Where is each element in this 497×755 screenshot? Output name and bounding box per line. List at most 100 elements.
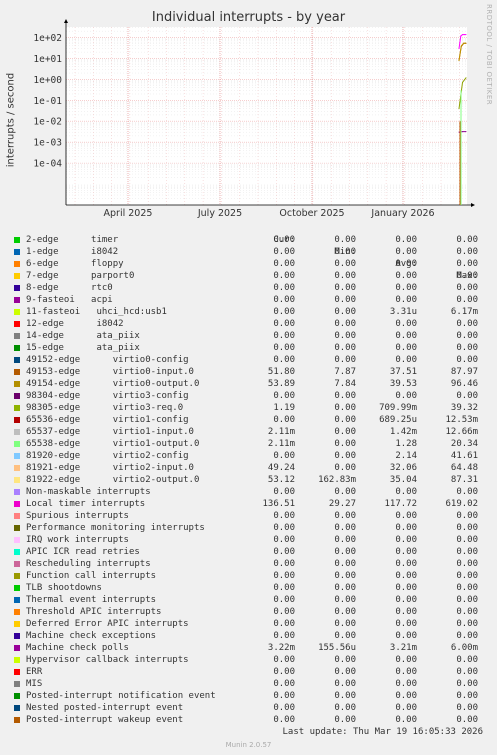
legend-avg: 0.00 — [395, 259, 417, 269]
y-tick-label: 1e+01 — [33, 54, 62, 65]
legend-avg: 0.00 — [395, 295, 417, 305]
legend-swatch — [14, 573, 20, 579]
legend-max: 39.32 — [450, 403, 478, 413]
legend-row: 81920-edge virtio2-config 0.00 0.00 2.14 41.… — [10, 450, 490, 462]
legend-max: 0.00 — [456, 679, 478, 689]
legend-min: 0.00 — [334, 355, 356, 365]
legend-min: 7.87 — [334, 367, 356, 377]
legend-min: 0.00 — [334, 607, 356, 617]
legend-cur: 53.12 — [267, 475, 295, 485]
legend-swatch — [14, 357, 20, 363]
legend-max: 0.00 — [456, 331, 478, 341]
plot-area — [66, 27, 467, 205]
data-point — [458, 48, 460, 50]
legend-avg: 0.00 — [395, 667, 417, 677]
legend-min: 155.56u — [318, 643, 356, 653]
legend-swatch — [14, 381, 20, 387]
legend-row: 65538-edge virtio1-output.0 2.11m 0.00 1.28… — [10, 438, 490, 450]
legend-row: 98304-edge virtio3-config 0.00 0.00 0.00 0.0… — [10, 390, 490, 402]
legend-row: Deferred Error APIC interrupts 0.00 0.00 0.… — [10, 618, 490, 630]
legend-avg: 0.00 — [395, 271, 417, 281]
legend-avg: 0.00 — [395, 679, 417, 689]
legend-cur: 0.00 — [273, 667, 295, 677]
data-point — [460, 35, 462, 37]
legend-name: 11-fasteoi uhci_hcd:usb1 — [26, 307, 167, 317]
legend-cur: 49.24 — [267, 463, 295, 473]
legend-swatch — [14, 309, 20, 315]
legend-name: 15-edge ata_piix — [26, 343, 140, 353]
legend-min: 0.00 — [334, 403, 356, 413]
legend-avg: 0.00 — [395, 547, 417, 557]
legend-avg: 37.51 — [389, 367, 417, 377]
legend-min: 0.00 — [334, 583, 356, 593]
legend-min: 0.00 — [334, 283, 356, 293]
legend-avg: 0.00 — [395, 607, 417, 617]
legend-row: Local timer interrupts 136.51 29.27 117.72 6… — [10, 498, 490, 510]
legend-row: ERR 0.00 0.00 0.00 0.00 — [10, 666, 490, 678]
legend-avg: 0.00 — [395, 595, 417, 605]
legend-swatch — [14, 549, 20, 555]
legend-swatch — [14, 477, 20, 483]
legend-swatch — [14, 561, 20, 567]
legend-max: 0.00 — [456, 319, 478, 329]
data-point — [463, 42, 465, 44]
legend-min: 0.00 — [334, 391, 356, 401]
legend-swatch — [14, 489, 20, 495]
y-tick-label: 1e+00 — [33, 75, 62, 86]
legend-max: 12.53m — [445, 415, 478, 425]
x-tick-label: April 2025 — [104, 208, 153, 219]
legend-min: 0.00 — [334, 271, 356, 281]
legend-name: Performance monitoring interrupts — [26, 523, 205, 533]
data-point — [465, 77, 467, 79]
legend-row: 15-edge ata_piix 0.00 0.00 0.00 0.00 — [10, 342, 490, 354]
legend-cur: 0.00 — [273, 511, 295, 521]
legend-cur: 53.89 — [267, 379, 295, 389]
x-tick-label: January 2026 — [370, 208, 434, 219]
legend-name: 81922-edge virtio2-output.0 — [26, 475, 200, 485]
legend-max: 0.00 — [456, 283, 478, 293]
legend-cur: 0.00 — [273, 583, 295, 593]
legend-swatch — [14, 345, 20, 351]
legend-swatch — [14, 297, 20, 303]
legend-cur: 0.00 — [273, 571, 295, 581]
legend-avg: 0.00 — [395, 535, 417, 545]
legend-row: 8-edge rtc0 0.00 0.00 0.00 0.00 — [10, 282, 490, 294]
legend-row: 49153-edge virtio0-input.0 51.80 7.87 37.51… — [10, 366, 490, 378]
legend-avg: 0.00 — [395, 247, 417, 257]
data-point — [458, 60, 460, 62]
legend-max: 0.00 — [456, 607, 478, 617]
legend-avg: 39.53 — [389, 379, 417, 389]
legend-min: 0.00 — [334, 235, 356, 245]
data-point — [462, 81, 463, 83]
legend-avg: 0.00 — [395, 559, 417, 569]
legend-max: 0.00 — [456, 523, 478, 533]
data-point — [463, 34, 465, 36]
last-update: Last update: Thu Mar 19 16:05:33 2026 — [282, 727, 483, 737]
legend-name: 49152-edge virtio0-config — [26, 355, 189, 365]
legend-min: 0.00 — [334, 427, 356, 437]
legend-avg: 689.25u — [379, 415, 417, 425]
legend-swatch — [14, 633, 20, 639]
legend-swatch — [14, 333, 20, 339]
legend-avg: 0.00 — [395, 487, 417, 497]
legend-row: 7-edge parport0 0.00 0.00 0.00 0.00 — [10, 270, 490, 282]
legend-cur: 0.00 — [273, 295, 295, 305]
legend-cur: 0.00 — [273, 631, 295, 641]
legend-cur: 2.11m — [267, 439, 295, 449]
legend-swatch — [14, 705, 20, 711]
legend-avg: 0.00 — [395, 619, 417, 629]
legend-cur: 136.51 — [262, 499, 295, 509]
legend-min: 0.00 — [334, 295, 356, 305]
legend-max: 0.00 — [456, 655, 478, 665]
legend-min: 0.00 — [334, 655, 356, 665]
legend-row: 12-edge i8042 0.00 0.00 0.00 0.00 — [10, 318, 490, 330]
legend-name: 65538-edge virtio1-output.0 — [26, 439, 200, 449]
x-tick-label: July 2025 — [197, 208, 242, 219]
legend-row: Hypervisor callback interrupts 0.00 0.00 0.… — [10, 654, 490, 666]
legend-swatch — [14, 717, 20, 723]
legend-avg: 0.00 — [395, 715, 417, 725]
legend-cur: 0.00 — [273, 703, 295, 713]
legend-avg: 0.00 — [395, 655, 417, 665]
legend-name: 65536-edge virtio1-config — [26, 415, 189, 425]
chart-plot: 1e+02 1e+01 1e+00 1e-01 1e-02 1e-03 1e-04 April… — [33, 19, 475, 219]
